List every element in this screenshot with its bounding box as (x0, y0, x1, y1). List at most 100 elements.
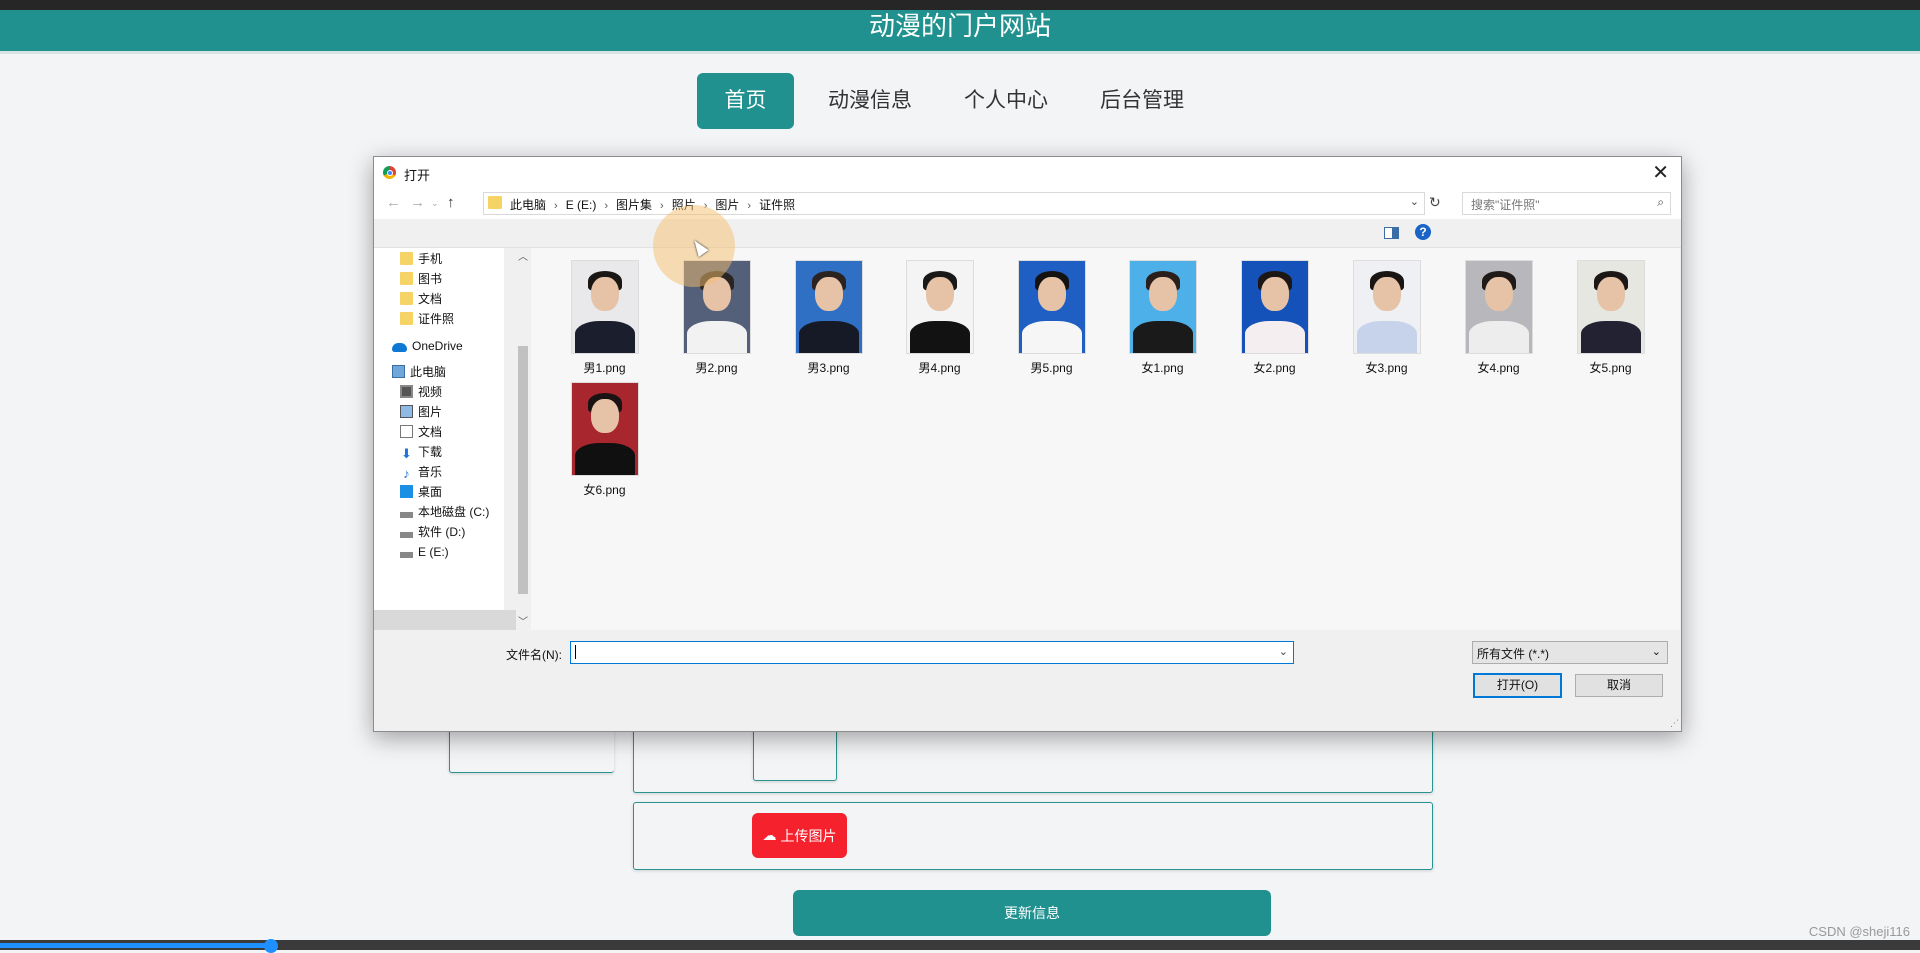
file-item[interactable]: 男5.png (1004, 260, 1099, 376)
folder-icon (400, 292, 413, 305)
preview-pane-icon[interactable] (1384, 227, 1399, 239)
text-caret (575, 645, 576, 659)
chevron-down-icon[interactable]: ⌄ (1410, 195, 1419, 208)
nav-scrollbar[interactable]: ︿ ﹀ (516, 248, 530, 630)
refresh-icon[interactable]: ↻ (1429, 194, 1441, 211)
filename-input[interactable]: ⌄ (570, 641, 1294, 664)
nav-pane-item[interactable]: OneDrive (392, 336, 463, 356)
open-button[interactable]: 打开(O) (1473, 673, 1562, 698)
breadcrumb-item[interactable]: 此电脑 (510, 198, 546, 212)
dialog-footer: 文件名(N): ⌄ 所有文件 (*.*) ⌄ 打开(O) 取消 ⋰ (374, 630, 1681, 731)
video-icon (400, 385, 413, 398)
pictures-icon (400, 405, 413, 418)
nav-pane-item[interactable]: 文档 (400, 289, 442, 309)
image-thumbnail (1352, 260, 1421, 354)
nav-pane-item[interactable]: 文档 (400, 422, 442, 442)
nav-pane-item[interactable]: 此电脑 (392, 362, 446, 382)
chrome-icon (383, 166, 396, 179)
nav-anime-info[interactable]: 动漫信息 (812, 73, 928, 129)
nav-personal-center[interactable]: 个人中心 (948, 73, 1064, 129)
image-thumbnail (1128, 260, 1197, 354)
scroll-down-icon[interactable]: ﹀ (518, 613, 528, 628)
recent-dropdown-icon[interactable]: ⌄ (431, 198, 439, 209)
help-icon[interactable]: ? (1415, 224, 1431, 240)
nav-pane-item[interactable]: E (E:) (400, 542, 449, 562)
file-item[interactable]: 女3.png (1339, 260, 1434, 376)
breadcrumb-item[interactable]: E (E:) (566, 198, 597, 212)
up-arrow-icon[interactable]: ↑ (447, 194, 455, 211)
file-item[interactable]: 男1.png (557, 260, 652, 376)
breadcrumb-item[interactable]: 图片集 (616, 198, 652, 212)
search-icon: ⌕ (1657, 195, 1664, 209)
file-item[interactable]: 女4.png (1451, 260, 1546, 376)
resize-grip-icon[interactable]: ⋰ (1670, 718, 1679, 729)
breadcrumb-item[interactable]: 证件照 (759, 198, 795, 212)
watermark: CSDN @sheji116 (1808, 924, 1910, 939)
file-name: 女6.png (583, 483, 626, 497)
scroll-up-icon[interactable]: ︿ (518, 248, 528, 263)
nav-pane-item-label: 桌面 (418, 485, 443, 499)
address-bar[interactable]: 此电脑›E (E:)›图片集›照片›图片›证件照 ⌄ (483, 192, 1425, 215)
nav-pane-item-label: 本地磁盘 (C:) (418, 505, 490, 519)
file-item[interactable]: 女1.png (1115, 260, 1210, 376)
drive-icon (400, 512, 413, 518)
filetype-value: 所有文件 (*.*) (1477, 647, 1550, 661)
navigation-pane: 手机 图书 文档 证件照 OneDrive 此电脑 视频 图片 文档 ⬇ 下载 ♪ 音乐 桌面 本地磁盘 (… (374, 248, 516, 630)
cancel-button[interactable]: 取消 (1575, 674, 1663, 697)
nav-pane-item-label: OneDrive (412, 339, 463, 353)
chevron-down-icon[interactable]: ⌄ (1279, 645, 1288, 658)
file-name: 女5.png (1589, 361, 1632, 375)
nav-pane-item[interactable]: 桌面 (400, 482, 442, 502)
nav-pane-item[interactable]: 图片 (400, 402, 442, 422)
back-arrow-icon[interactable]: ← (386, 194, 401, 211)
filename-label: 文件名(N): (506, 648, 562, 662)
nav-pane-item[interactable]: ⬇ 下载 (400, 442, 442, 462)
nav-pane-item-label: 视频 (418, 385, 443, 399)
file-name: 男4.png (918, 361, 961, 375)
file-item[interactable]: 男4.png (892, 260, 987, 376)
file-item[interactable]: 女5.png (1563, 260, 1658, 376)
file-item[interactable]: 女6.png (557, 382, 652, 498)
selected-row-highlight (374, 610, 516, 630)
file-item[interactable]: 男3.png (781, 260, 876, 376)
nav-pane-item-label: 软件 (D:) (418, 525, 466, 539)
breadcrumb: 此电脑›E (E:)›图片集›照片›图片›证件照 (510, 196, 795, 213)
nav-home[interactable]: 首页 (697, 73, 794, 129)
upload-image-button[interactable]: ☁ 上传图片 (752, 813, 847, 858)
file-name: 女3.png (1365, 361, 1408, 375)
folder-icon (400, 272, 413, 285)
main-nav: 首页 动漫信息 个人中心 后台管理 (0, 73, 1920, 129)
dialog-title: 打开 (404, 168, 431, 183)
scroll-thumb[interactable] (518, 346, 528, 594)
nav-pane-item-label: 音乐 (418, 465, 443, 479)
breadcrumb-item[interactable]: 图片 (715, 198, 739, 212)
folder-icon (488, 196, 502, 209)
nav-pane-item-label: 图片 (418, 405, 443, 419)
nav-pane-item-label: 证件照 (418, 312, 455, 326)
download-icon: ⬇ (401, 446, 412, 461)
close-icon[interactable]: ✕ (1652, 160, 1669, 185)
filetype-select[interactable]: 所有文件 (*.*) ⌄ (1472, 641, 1668, 664)
nav-pane-item[interactable]: 证件照 (400, 309, 454, 329)
nav-pane-item[interactable]: 软件 (D:) (400, 522, 465, 542)
nav-pane-item[interactable]: 图书 (400, 269, 442, 289)
video-progress-knob[interactable] (264, 939, 278, 953)
video-progress-bar[interactable] (0, 940, 1920, 950)
search-input[interactable]: 搜索"证件照" ⌕ (1462, 192, 1671, 215)
nav-pane-item[interactable]: 本地磁盘 (C:) (400, 502, 489, 522)
image-thumbnail (1240, 260, 1309, 354)
file-name: 男3.png (807, 361, 850, 375)
nav-pane-item[interactable]: 手机 (400, 249, 442, 269)
file-item[interactable]: 女2.png (1227, 260, 1322, 376)
video-progress-fill (0, 943, 272, 948)
image-thumbnail (1017, 260, 1086, 354)
nav-pane-item[interactable]: ♪ 音乐 (400, 462, 442, 482)
desktop-icon (400, 485, 413, 498)
address-row: ← → ⌄ ↑ 此电脑›E (E:)›图片集›照片›图片›证件照 ⌄ ↻ 搜索"… (374, 187, 1681, 219)
update-info-button[interactable]: 更新信息 (793, 890, 1271, 936)
nav-admin[interactable]: 后台管理 (1084, 73, 1200, 129)
forward-arrow-icon[interactable]: → (410, 194, 425, 211)
open-file-dialog: 打开 ✕ ← → ⌄ ↑ 此电脑›E (E:)›图片集›照片›图片›证件照 ⌄ … (373, 156, 1682, 732)
folder-icon (400, 252, 413, 265)
nav-pane-item[interactable]: 视频 (400, 382, 442, 402)
